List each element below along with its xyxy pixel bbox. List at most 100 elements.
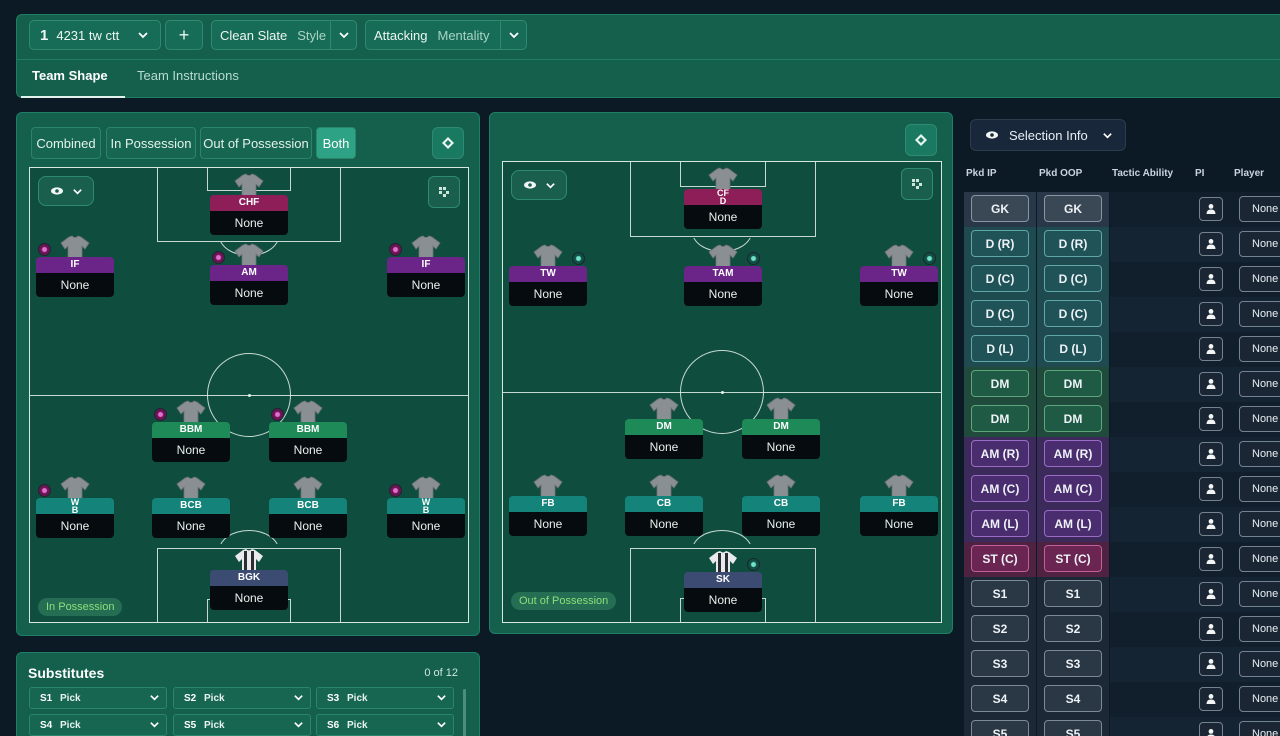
player-select[interactable]: None xyxy=(1239,686,1280,712)
player-select[interactable]: None xyxy=(1239,406,1280,432)
picked-oop-position[interactable]: D (L) xyxy=(1044,335,1102,362)
picked-oop-position[interactable]: S3 xyxy=(1044,650,1102,677)
picked-oop-position[interactable]: DM xyxy=(1044,370,1102,397)
picked-ip-position[interactable]: ST (C) xyxy=(971,545,1029,572)
mode-combined[interactable]: Combined xyxy=(31,127,101,159)
player-card-ip-6[interactable]: W B None xyxy=(36,476,114,546)
picked-oop-position[interactable]: AM (C) xyxy=(1044,475,1102,502)
player-select[interactable]: None xyxy=(1239,371,1280,397)
column-header-player[interactable]: Player xyxy=(1234,168,1264,179)
player-instructions-button[interactable] xyxy=(1199,197,1223,221)
picked-ip-position[interactable]: D (C) xyxy=(971,300,1029,327)
player-card-ip-7[interactable]: BCB None xyxy=(152,476,230,546)
player-instructions-button[interactable] xyxy=(1199,512,1223,536)
player-select[interactable]: None xyxy=(1239,196,1280,222)
picked-ip-position[interactable]: S4 xyxy=(971,685,1029,712)
player-instructions-button[interactable] xyxy=(1199,477,1223,501)
player-card-ip-3[interactable]: IF None xyxy=(387,235,465,305)
player-card-ip-0[interactable]: CHF None xyxy=(210,173,288,243)
picked-oop-position[interactable]: S5 xyxy=(1044,720,1102,736)
player-instructions-button[interactable] xyxy=(1199,232,1223,256)
picked-ip-position[interactable]: S2 xyxy=(971,615,1029,642)
picked-oop-position[interactable]: D (C) xyxy=(1044,300,1102,327)
player-card-oop-0[interactable]: CF D None xyxy=(684,167,762,237)
player-card-oop-9[interactable]: FB None xyxy=(860,474,938,544)
picked-ip-position[interactable]: GK xyxy=(971,195,1029,222)
player-select[interactable]: None xyxy=(1239,581,1280,607)
player-select[interactable]: None xyxy=(1239,651,1280,677)
player-instructions-button[interactable] xyxy=(1199,547,1223,571)
player-card-oop-8[interactable]: CB None xyxy=(742,474,820,544)
picked-oop-position[interactable]: S1 xyxy=(1044,580,1102,607)
formation-dropdown[interactable]: 1 4231 tw ctt xyxy=(29,20,161,50)
mode-both[interactable]: Both xyxy=(316,127,356,159)
grid-icon[interactable] xyxy=(901,168,933,200)
player-card-oop-7[interactable]: CB None xyxy=(625,474,703,544)
player-card-oop-3[interactable]: TW None xyxy=(860,244,938,314)
player-select[interactable]: None xyxy=(1239,511,1280,537)
column-header-pkd-oop[interactable]: Pkd OOP xyxy=(1039,168,1082,179)
player-card-ip-10[interactable]: BGK None xyxy=(210,548,288,618)
player-card-oop-10[interactable]: SK None xyxy=(684,550,762,620)
picked-ip-position[interactable]: DM xyxy=(971,370,1029,397)
picked-ip-position[interactable]: DM xyxy=(971,405,1029,432)
player-card-ip-2[interactable]: AM None xyxy=(210,243,288,313)
picked-oop-position[interactable]: S4 xyxy=(1044,685,1102,712)
picked-oop-position[interactable]: D (C) xyxy=(1044,265,1102,292)
picked-ip-position[interactable]: D (L) xyxy=(971,335,1029,362)
swap-icon[interactable] xyxy=(905,124,937,156)
picked-oop-position[interactable]: AM (L) xyxy=(1044,510,1102,537)
picked-ip-position[interactable]: S5 xyxy=(971,720,1029,736)
picked-ip-position[interactable]: D (C) xyxy=(971,265,1029,292)
style-dropdown[interactable]: Clean Slate Style xyxy=(211,20,357,50)
player-select[interactable]: None xyxy=(1239,336,1280,362)
substitute-slot-s5[interactable]: S5 Pick xyxy=(173,714,311,736)
player-card-ip-5[interactable]: BBM None xyxy=(269,400,347,470)
player-card-oop-6[interactable]: FB None xyxy=(509,474,587,544)
player-select[interactable]: None xyxy=(1239,231,1280,257)
player-card-oop-4[interactable]: DM None xyxy=(625,397,703,467)
visibility-dropdown[interactable] xyxy=(38,176,94,206)
player-instructions-button[interactable] xyxy=(1199,652,1223,676)
picked-ip-position[interactable]: AM (R) xyxy=(971,440,1029,467)
player-instructions-button[interactable] xyxy=(1199,337,1223,361)
column-header-pi[interactable]: PI xyxy=(1195,168,1204,179)
player-select[interactable]: None xyxy=(1239,301,1280,327)
swap-icon[interactable] xyxy=(432,127,464,159)
player-select[interactable]: None xyxy=(1239,616,1280,642)
player-card-oop-5[interactable]: DM None xyxy=(742,397,820,467)
player-card-ip-9[interactable]: W B None xyxy=(387,476,465,546)
player-instructions-button[interactable] xyxy=(1199,722,1223,736)
mentality-dropdown[interactable]: Attacking Mentality xyxy=(365,20,527,50)
picked-oop-position[interactable]: ST (C) xyxy=(1044,545,1102,572)
player-select[interactable]: None xyxy=(1239,441,1280,467)
picked-ip-position[interactable]: S3 xyxy=(971,650,1029,677)
substitute-slot-s6[interactable]: S6 Pick xyxy=(316,714,454,736)
add-tactic-button[interactable]: + xyxy=(165,20,203,50)
player-instructions-button[interactable] xyxy=(1199,372,1223,396)
scrollbar[interactable] xyxy=(463,689,466,736)
player-card-ip-1[interactable]: IF None xyxy=(36,235,114,305)
player-instructions-button[interactable] xyxy=(1199,407,1223,431)
picked-ip-position[interactable]: AM (L) xyxy=(971,510,1029,537)
picked-ip-position[interactable]: D (R) xyxy=(971,230,1029,257)
picked-ip-position[interactable]: S1 xyxy=(971,580,1029,607)
tab-team-shape[interactable]: Team Shape xyxy=(32,68,108,83)
player-instructions-button[interactable] xyxy=(1199,302,1223,326)
player-select[interactable]: None xyxy=(1239,476,1280,502)
player-select[interactable]: None xyxy=(1239,266,1280,292)
player-card-ip-8[interactable]: BCB None xyxy=(269,476,347,546)
player-card-oop-1[interactable]: TW None xyxy=(509,244,587,314)
column-header-tactic-ability[interactable]: Tactic Ability xyxy=(1112,168,1173,179)
player-card-ip-4[interactable]: BBM None xyxy=(152,400,230,470)
picked-oop-position[interactable]: S2 xyxy=(1044,615,1102,642)
tab-team-instructions[interactable]: Team Instructions xyxy=(137,68,239,83)
substitute-slot-s2[interactable]: S2 Pick xyxy=(173,687,311,709)
picked-ip-position[interactable]: AM (C) xyxy=(971,475,1029,502)
visibility-dropdown[interactable] xyxy=(511,170,567,200)
player-card-oop-2[interactable]: TAM None xyxy=(684,244,762,314)
picked-oop-position[interactable]: AM (R) xyxy=(1044,440,1102,467)
column-header-pkd-ip[interactable]: Pkd IP xyxy=(966,168,997,179)
substitute-slot-s1[interactable]: S1 Pick xyxy=(29,687,167,709)
player-instructions-button[interactable] xyxy=(1199,267,1223,291)
